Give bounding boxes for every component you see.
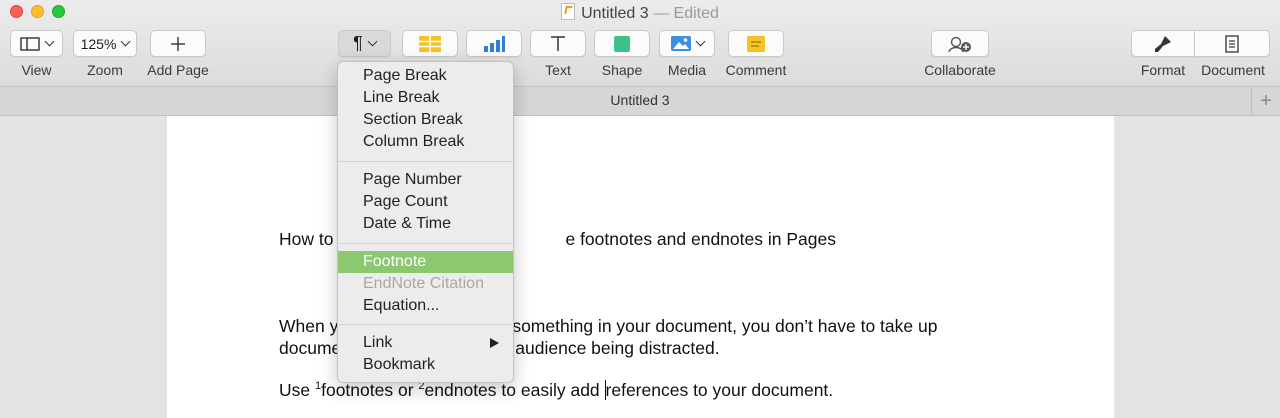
- document-label: Document: [1201, 62, 1265, 78]
- paragraph-text-left: When y: [279, 316, 339, 336]
- sidebar-view-icon: [20, 36, 40, 51]
- edited-status: — Edited: [653, 5, 719, 22]
- window-toolbar: Untitled 3 — Edited View 125% Zoom Add P…: [0, 0, 1280, 87]
- paragraph-text-right: something in your document, you don’t ha…: [512, 316, 938, 336]
- chevron-down-icon: [695, 36, 705, 47]
- menu-item-section-break[interactable]: Section Break: [338, 109, 513, 131]
- view-label: View: [21, 62, 52, 78]
- tab-untitled[interactable]: Untitled 3: [0, 92, 1280, 108]
- menu-item-line-break[interactable]: Line Break: [338, 87, 513, 109]
- text-box-icon: [551, 35, 565, 51]
- insert-menu: Page Break Line Break Section Break Colu…: [337, 61, 514, 383]
- comment-button[interactable]: [728, 30, 784, 57]
- document-page[interactable]: How to e footnotes and endnotes in Pages …: [167, 116, 1114, 418]
- menu-item-bookmark[interactable]: Bookmark: [338, 354, 513, 376]
- collaborate-button[interactable]: [931, 30, 989, 57]
- zoom-popup[interactable]: 125%: [73, 30, 137, 57]
- shape-label: Shape: [601, 62, 643, 78]
- document-footnote-line: Use 1footnotes or 2endnotes to easily ad…: [279, 380, 833, 401]
- pages-document-icon: [561, 3, 576, 20]
- comment-note-icon: [747, 35, 765, 52]
- zoom-value: 125%: [80, 35, 117, 52]
- menu-separator: [339, 161, 512, 162]
- heading-text-left: How to: [279, 229, 334, 249]
- menu-separator: [339, 243, 512, 244]
- chevron-down-icon: [120, 36, 131, 47]
- line-text: Use: [279, 380, 315, 400]
- menu-separator: [339, 324, 512, 325]
- zoom-label: Zoom: [87, 62, 123, 78]
- line-text: references to your document.: [605, 380, 834, 400]
- add-page-label: Add Page: [147, 62, 209, 78]
- text-label: Text: [545, 62, 571, 78]
- menu-item-date-time[interactable]: Date & Time: [338, 213, 513, 235]
- menu-item-column-break[interactable]: Column Break: [338, 131, 513, 153]
- menu-item-page-break[interactable]: Page Break: [338, 65, 513, 87]
- media-label: Media: [667, 62, 707, 78]
- menu-item-endnote-citation: EndNote Citation: [363, 275, 484, 292]
- text-button[interactable]: [530, 30, 586, 57]
- paragraph-text-left: docume: [279, 338, 342, 358]
- new-tab-plus-icon[interactable]: +: [1251, 87, 1280, 115]
- bar-chart-icon: [484, 35, 505, 52]
- collaborate-label: Collaborate: [924, 62, 996, 78]
- table-icon: [419, 35, 441, 52]
- menu-item-link[interactable]: Link: [338, 332, 513, 354]
- chevron-down-icon: [367, 36, 378, 47]
- tab-bar: Untitled 3 +: [0, 87, 1280, 116]
- document-icon: [1225, 34, 1239, 53]
- menu-item-equation[interactable]: Equation...: [338, 295, 513, 317]
- chevron-down-icon: [44, 36, 55, 47]
- pilcrow-icon: ¶: [353, 33, 363, 53]
- table-button[interactable]: [402, 30, 458, 57]
- collaborate-person-icon: [948, 36, 971, 52]
- line-text: endnotes to easily add: [424, 380, 605, 400]
- plus-icon: [171, 36, 185, 51]
- paragraph-text-right: audience being distracted.: [515, 338, 720, 358]
- submenu-arrow-icon: [490, 338, 499, 348]
- menu-item-page-count[interactable]: Page Count: [338, 191, 513, 213]
- line-text: footnotes or: [321, 380, 419, 400]
- add-page-button[interactable]: [150, 30, 206, 57]
- shape-square-icon: [614, 35, 630, 52]
- paintbrush-icon: [1155, 35, 1171, 52]
- format-button[interactable]: [1131, 30, 1195, 57]
- menu-item-link-label: Link: [363, 334, 393, 351]
- media-button[interactable]: [659, 30, 715, 57]
- window-title: Untitled 3 — Edited: [0, 3, 1280, 23]
- document-button[interactable]: [1194, 30, 1270, 57]
- menu-item-page-number[interactable]: Page Number: [338, 169, 513, 191]
- shape-button[interactable]: [594, 30, 650, 57]
- view-button[interactable]: [10, 30, 63, 57]
- window-title-text: Untitled 3: [581, 5, 649, 22]
- insert-button[interactable]: ¶: [338, 30, 391, 57]
- photo-icon: [670, 36, 691, 51]
- heading-text-right: e footnotes and endnotes in Pages: [565, 229, 836, 249]
- format-label: Format: [1140, 62, 1186, 78]
- comment-label: Comment: [725, 62, 787, 78]
- chart-button[interactable]: [466, 30, 522, 57]
- menu-item-footnote[interactable]: Footnote: [338, 251, 513, 273]
